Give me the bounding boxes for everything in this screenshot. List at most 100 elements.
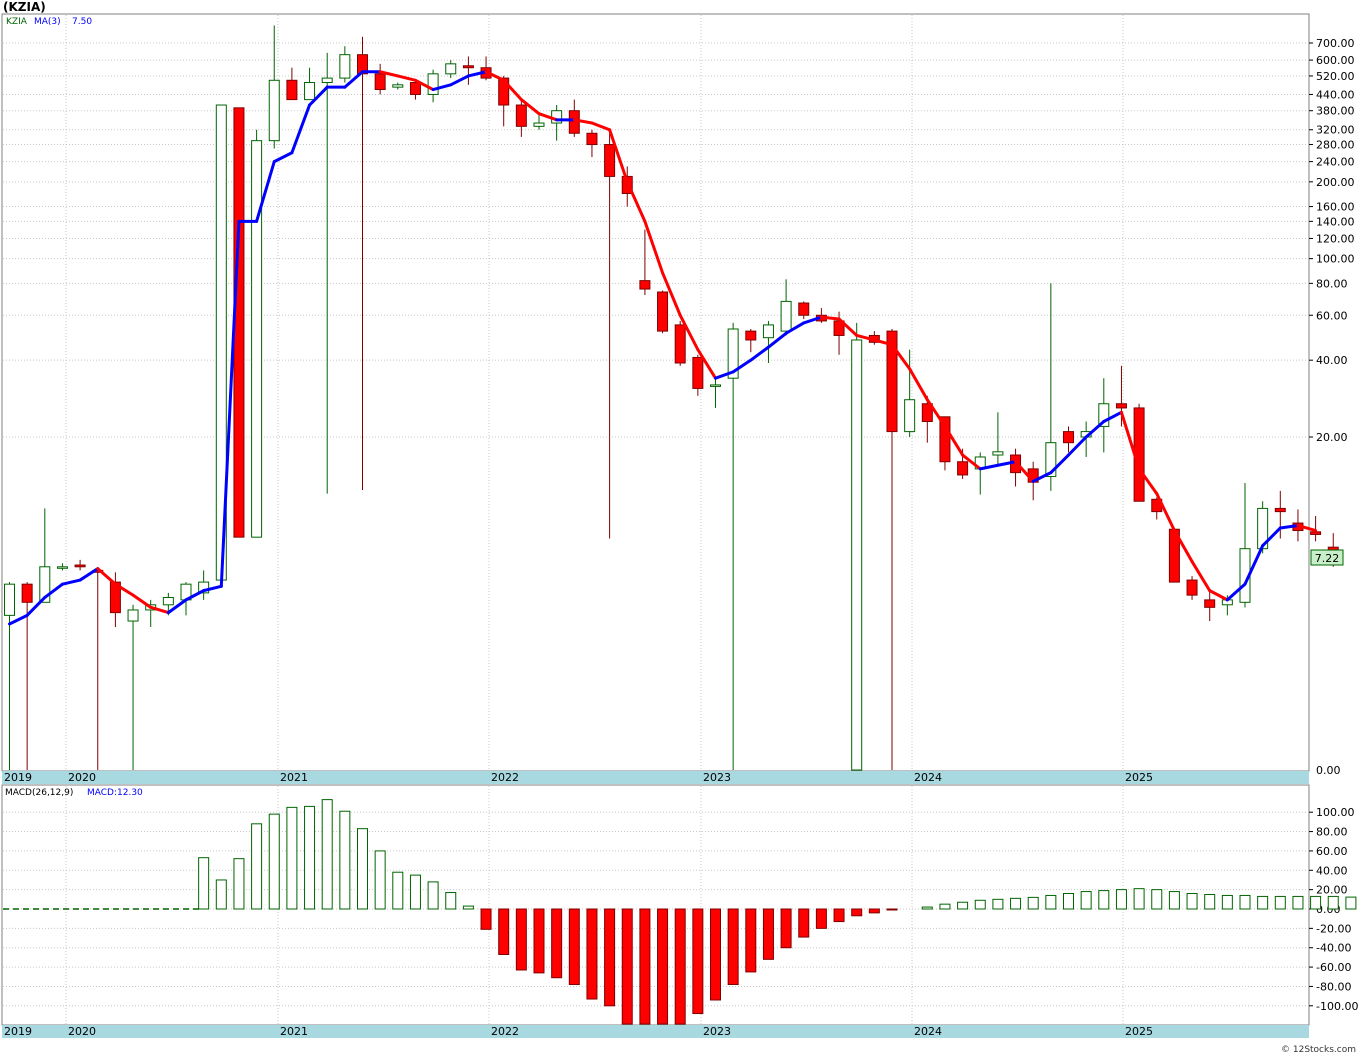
macd-bar: [1063, 893, 1074, 910]
macd-bar: [427, 881, 439, 910]
macd-bar: [1221, 894, 1233, 910]
candle-body: [268, 79, 280, 142]
macd-bar: [674, 908, 686, 1025]
candle-body: [1186, 579, 1198, 596]
candle-body: [286, 79, 298, 101]
candle-body: [251, 140, 263, 538]
candle-body: [657, 291, 669, 332]
year-label: 2023: [703, 1025, 731, 1038]
macd-bar: [1274, 895, 1286, 910]
candle-body: [1274, 507, 1286, 513]
candle-body: [710, 384, 721, 387]
macd-tick-label: -40.00: [1316, 942, 1351, 955]
macd-bar: [1133, 888, 1145, 910]
macd-bar: [1257, 895, 1269, 910]
year-label: 2024: [914, 771, 942, 784]
macd-bar: [762, 908, 774, 960]
macd-bar: [1010, 897, 1022, 910]
price-tick-label: 240.00: [1316, 156, 1355, 169]
macd-panel: [1, 784, 1310, 1026]
candle-body: [780, 300, 792, 332]
macd-x-axis-band: [2, 1025, 1309, 1038]
last-price-label: 7.22: [1315, 552, 1340, 565]
macd-bar: [780, 908, 792, 949]
price-tick-label: 40.00: [1316, 354, 1348, 367]
candle-body: [586, 132, 598, 146]
macd-tick-label: 20.00: [1316, 884, 1348, 897]
macd-bar: [1327, 895, 1339, 910]
macd-tick-label: 100.00: [1316, 806, 1355, 819]
price-tick-label: 520.00: [1316, 70, 1355, 83]
candle-body: [798, 302, 810, 316]
macd-tick-label: -60.00: [1316, 961, 1351, 974]
candle-body: [409, 82, 421, 95]
price-tick-label: 0.00: [1316, 764, 1341, 777]
candle-body: [1115, 403, 1127, 409]
candle-body: [374, 73, 386, 91]
candle-body: [957, 461, 969, 476]
candle-body: [1063, 431, 1074, 444]
macd-bar: [992, 898, 1004, 910]
macd-bar: [392, 871, 404, 910]
macd-bar: [374, 850, 386, 910]
price-tick-label: 120.00: [1316, 232, 1355, 245]
year-label: 2025: [1125, 771, 1153, 784]
macd-bar: [515, 908, 527, 971]
macd-bar: [851, 908, 863, 917]
macd-bar: [1292, 895, 1304, 910]
macd-bar: [921, 906, 933, 910]
macd-bar: [357, 828, 368, 910]
macd-bar: [198, 857, 210, 910]
macd-bar: [1204, 893, 1216, 910]
footer-credit: © 12Stocks.com: [1281, 1045, 1356, 1055]
candle-body: [339, 54, 351, 79]
year-label: 2022: [491, 771, 519, 784]
macd-bar: [1168, 891, 1180, 910]
macd-bar: [868, 908, 880, 914]
price-panel: [1, 13, 1310, 772]
candle-body: [427, 73, 439, 95]
candle-body: [851, 339, 863, 771]
price-y-axis: 700.00 600.00 520.00 440.00 380.00 320.00 280.…: [1309, 37, 1355, 777]
candle-body: [127, 609, 139, 622]
candle-body: [74, 564, 86, 568]
macd-bar: [1186, 893, 1198, 910]
macd-bar: [939, 903, 951, 910]
macd-bar: [586, 908, 598, 1000]
macd-bar: [551, 908, 563, 979]
macd-bar: [304, 805, 316, 910]
year-label: 2024: [914, 1025, 942, 1038]
macd-bar: [268, 813, 280, 910]
candle-body: [762, 324, 774, 339]
price-tick-label: 20.00: [1316, 431, 1348, 444]
macd-bar: [339, 810, 351, 910]
year-label: 2019: [4, 1025, 32, 1038]
macd-bar: [1027, 896, 1039, 910]
price-tick-label: 700.00: [1316, 37, 1355, 50]
macd-bar: [286, 806, 298, 910]
candle-body: [321, 77, 333, 84]
macd-tick-label: -80.00: [1316, 980, 1351, 993]
candle-body: [445, 63, 457, 75]
year-label: 2019: [4, 771, 32, 784]
year-label: 2021: [280, 771, 308, 784]
candle-body: [392, 84, 404, 88]
candle-body: [515, 104, 527, 127]
price-tick-label: 380.00: [1316, 105, 1355, 118]
macd-bar: [1045, 894, 1057, 910]
ticker-label: KZIA: [6, 17, 28, 27]
macd-bar: [1345, 896, 1357, 910]
candle-body: [674, 324, 686, 364]
candle: [851, 322, 863, 771]
candle: [251, 129, 263, 538]
macd-label: MACD(26,12,9): [5, 788, 73, 798]
price-tick-label: 80.00: [1316, 277, 1348, 290]
macd-bar: [639, 908, 651, 1025]
macd-bar: [321, 799, 333, 910]
candle-body: [568, 110, 580, 134]
macd-bar: [568, 908, 580, 986]
price-tick-label: 280.00: [1316, 139, 1355, 152]
ma-value: 7.50: [72, 17, 92, 27]
macd-bar: [974, 899, 986, 910]
macd-tick-label: 80.00: [1316, 826, 1348, 839]
